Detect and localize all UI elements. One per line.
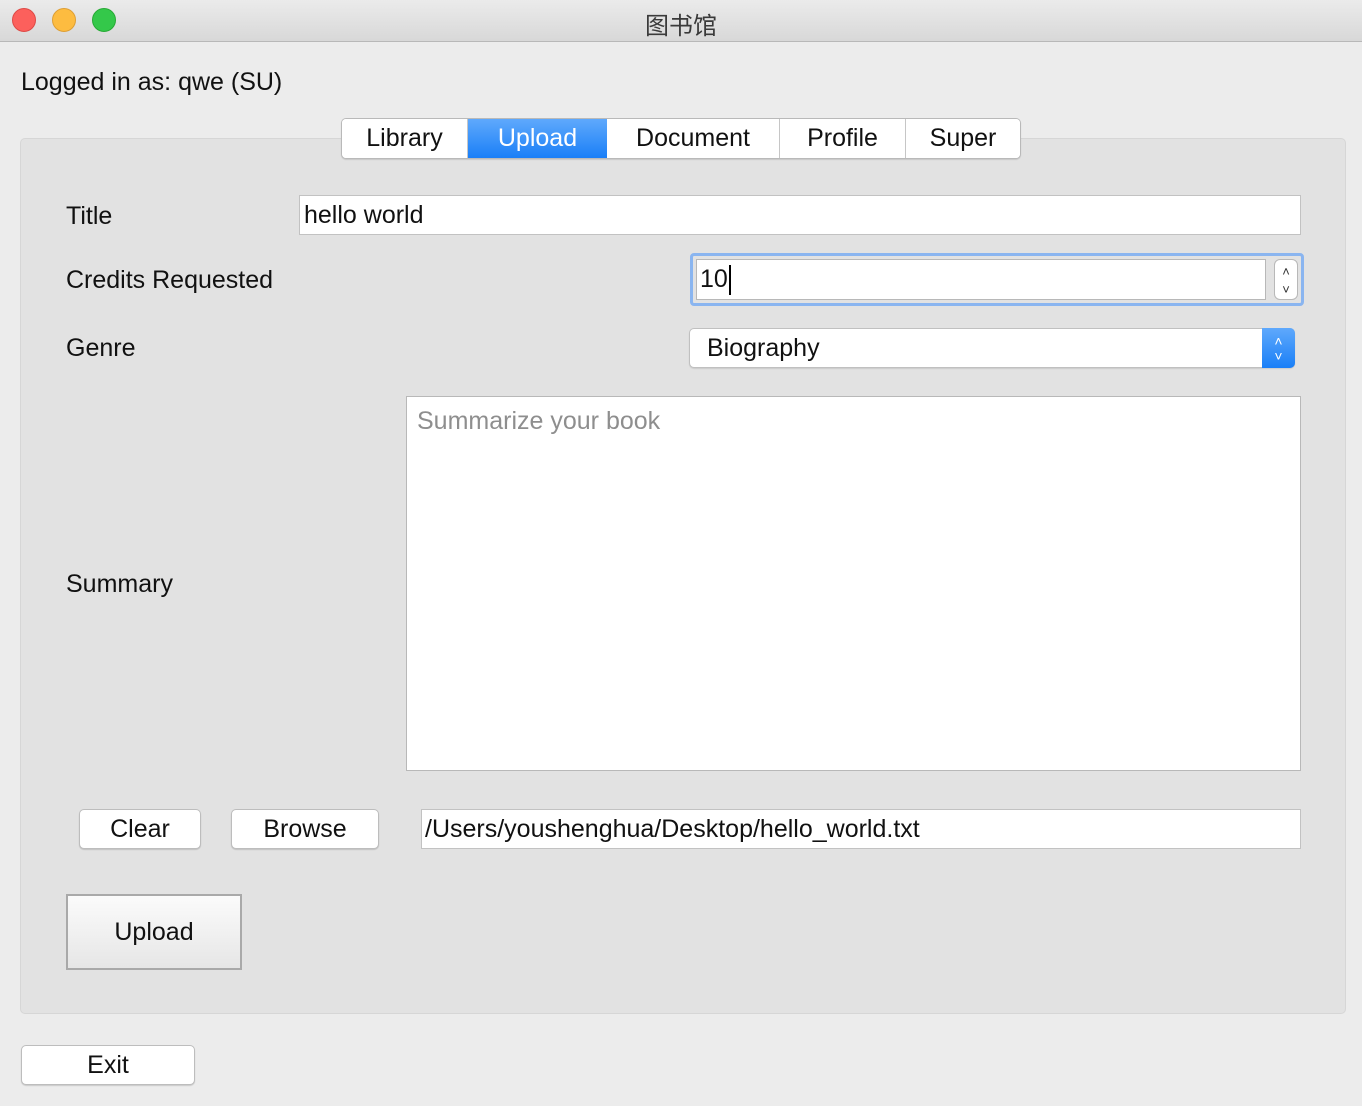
genre-label: Genre bbox=[66, 334, 136, 362]
credits-stepper[interactable]: ˄ ˅ bbox=[1274, 259, 1298, 300]
summary-textarea[interactable]: Summarize your book bbox=[406, 396, 1301, 771]
browse-button[interactable]: Browse bbox=[231, 809, 379, 849]
chevron-down-icon: ˅ bbox=[1274, 348, 1283, 364]
tab-bar: Library Upload Document Profile Super bbox=[341, 118, 1021, 159]
window-titlebar: 图书馆 bbox=[0, 0, 1362, 42]
title-label: Title bbox=[66, 202, 113, 230]
summary-label: Summary bbox=[66, 570, 173, 598]
credits-input[interactable]: 10 bbox=[696, 259, 1266, 300]
chevron-up-icon: ˄ bbox=[1274, 333, 1283, 349]
tab-upload[interactable]: Upload bbox=[468, 119, 607, 158]
chevron-down-icon[interactable]: ˅ bbox=[1275, 283, 1297, 296]
summary-placeholder: Summarize your book bbox=[417, 407, 661, 435]
credits-label: Credits Requested bbox=[66, 266, 274, 294]
file-path-input[interactable]: /Users/youshenghua/Desktop/hello_world.t… bbox=[421, 809, 1301, 849]
text-caret bbox=[728, 265, 731, 296]
genre-dropdown-arrows[interactable]: ˄ ˅ bbox=[1262, 328, 1295, 368]
credits-value: 10 bbox=[700, 265, 728, 293]
title-input[interactable]: hello world bbox=[299, 195, 1301, 235]
genre-select[interactable]: Biography ˄ ˅ bbox=[689, 328, 1295, 368]
chevron-up-icon[interactable]: ˄ bbox=[1275, 265, 1297, 278]
tab-library[interactable]: Library bbox=[342, 119, 468, 158]
upload-button[interactable]: Upload bbox=[66, 894, 242, 970]
clear-button[interactable]: Clear bbox=[79, 809, 201, 849]
exit-button[interactable]: Exit bbox=[21, 1045, 195, 1085]
genre-selected-value: Biography bbox=[707, 334, 820, 362]
logged-in-status: Logged in as: qwe (SU) bbox=[21, 68, 283, 96]
tab-profile[interactable]: Profile bbox=[780, 119, 906, 158]
window-title: 图书馆 bbox=[645, 12, 717, 40]
tab-document[interactable]: Document bbox=[607, 119, 780, 158]
tab-super[interactable]: Super bbox=[906, 119, 1020, 158]
